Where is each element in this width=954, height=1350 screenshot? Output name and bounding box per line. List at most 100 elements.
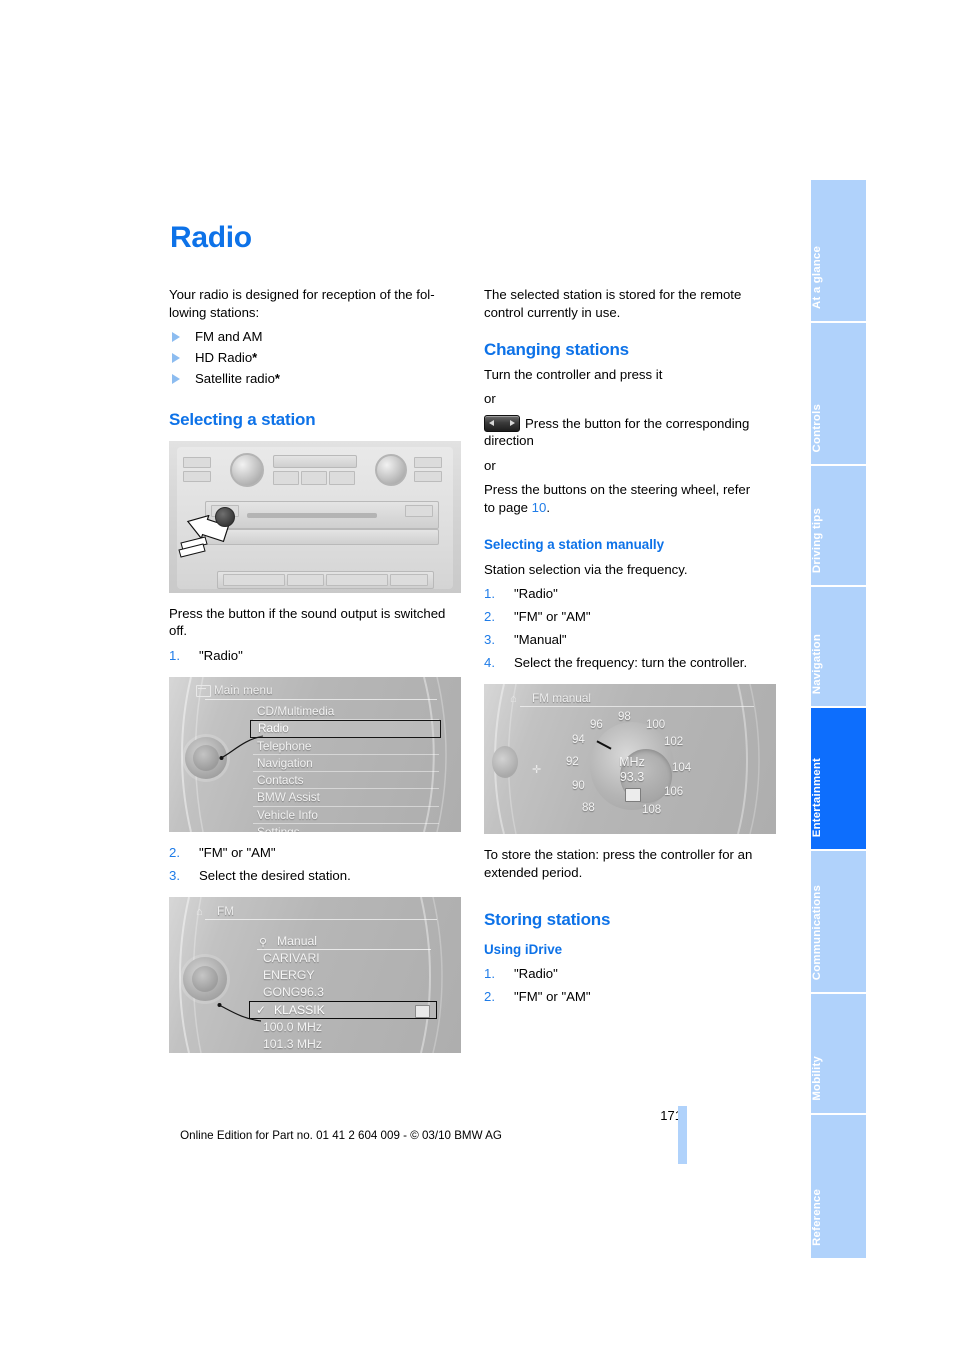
fm-station-gong963[interactable]: GONG96.3 <box>257 984 431 1001</box>
idrive-controller-inner <box>193 744 219 771</box>
menu-item-radio[interactable]: Radio <box>250 719 441 738</box>
caption-line-1: Press the button if the sound output is … <box>169 605 446 621</box>
subsection-heading-selecting-manually: Selecting a station manually <box>484 537 665 552</box>
dial-tick-94: 94 <box>572 734 585 746</box>
rocker-button-icon <box>484 414 520 432</box>
intro-paragraph: Your radio is designed for reception of … <box>169 286 461 321</box>
or-separator-1: or <box>484 391 496 406</box>
sidebar-tab-communications[interactable]: Communications <box>811 851 866 994</box>
steps-list-select-station: 1. "Radio" <box>169 647 461 665</box>
dash-button <box>273 470 299 485</box>
fm-manual-label: Manual <box>277 933 317 948</box>
menu-icon <box>196 684 211 697</box>
dial-tick-108: 108 <box>642 804 662 816</box>
dash-button <box>326 573 388 586</box>
fm-station-energy[interactable]: ENERGY <box>257 967 431 984</box>
preset-button-row <box>205 528 439 545</box>
crosshair-icon: ✛ <box>532 764 542 776</box>
step-text: "FM" or "AM" <box>199 844 276 860</box>
step-text: "Radio" <box>514 586 558 601</box>
checkmark-icon: ✓ <box>256 1002 267 1017</box>
sidebar-tab-controls[interactable]: Controls <box>811 323 866 466</box>
figure-fm-station-list: ⌂ FM ⚲ Manual CARIVARI ENERGY GONG96.3 ✓… <box>169 896 461 1053</box>
page-cross-reference-link[interactable]: 10 <box>532 500 547 515</box>
idrive-controller-graphic <box>183 956 227 1001</box>
section-heading-selecting-a-station: Selecting a station <box>169 410 316 429</box>
sidebar-tab-label: Communications <box>811 884 823 980</box>
section-heading-storing-stations: Storing stations <box>484 910 611 929</box>
fm-station-carivari[interactable]: CARIVARI <box>257 950 431 967</box>
idrive-screen: Main menu CD/Multimedia Radio Telephone … <box>169 676 461 832</box>
list-item: 4. Select the frequency: turn the contro… <box>484 654 776 672</box>
list-item: 1. "Radio" <box>484 585 776 603</box>
menu-item-navigation[interactable]: Navigation <box>253 755 439 773</box>
left-column: Your radio is designed for reception of … <box>169 286 461 1053</box>
dash-button <box>390 573 428 586</box>
sidebar-tab-label: Navigation <box>811 633 823 694</box>
dash-button <box>301 470 327 485</box>
step-number: 3. <box>484 632 495 647</box>
list-item: 3. Select the desired station. <box>169 867 461 885</box>
figure-fm-manual-tuner: ⌂ FM manual ✛ MHz 93.3 88 90 92 94 96 98… <box>484 684 776 834</box>
page-title: Radio <box>170 221 252 254</box>
list-item: FM and AM <box>169 328 461 346</box>
fm-station-label: KLASSIK <box>274 1002 325 1017</box>
caption-line-2: off. <box>169 623 188 638</box>
step-text: "Radio" <box>199 647 243 663</box>
step-number: 3. <box>169 867 180 883</box>
bullet-label: HD Radio <box>195 350 253 365</box>
sidebar-tab-label: Reference <box>811 1189 823 1246</box>
dial-tick-90: 90 <box>572 780 585 792</box>
list-item: 2. "FM" or "AM" <box>484 608 776 626</box>
step-text: "Manual" <box>514 632 567 647</box>
sidebar-tab-entertainment[interactable]: Entertainment <box>811 708 866 851</box>
idrive-controller-graphic <box>492 746 518 778</box>
menu-item-vehicle-info[interactable]: Vehicle Info <box>253 807 439 824</box>
dash-button <box>329 470 355 485</box>
intro-line-1: Your radio is designed for reception of … <box>169 287 435 302</box>
sidebar-tab-at-a-glance[interactable]: At a glance <box>811 180 866 323</box>
fm-station-list[interactable]: ⚲ Manual CARIVARI ENERGY GONG96.3 ✓ KLASSI… <box>249 933 437 1053</box>
divider <box>205 698 437 700</box>
idrive-menu-list[interactable]: CD/Multimedia Radio Telephone Navigation… <box>250 703 441 832</box>
footer-edition-note: Online Edition for Part no. 01 41 2 604 … <box>180 1129 502 1142</box>
hd-badge-icon <box>415 1004 430 1018</box>
sidebar-tab-mobility[interactable]: Mobility <box>811 994 866 1115</box>
section-heading-changing-stations: Changing stations <box>484 340 629 359</box>
rocker-text-line-1: Press the button for the corresponding <box>525 415 750 431</box>
menu-item-bmw-assist[interactable]: BMW Assist <box>253 789 439 807</box>
fm-station-1013mhz[interactable]: 101.3 MHz <box>257 1036 431 1052</box>
sidebar-tab-label: Entertainment <box>811 757 823 837</box>
dial-tick-88: 88 <box>582 802 595 814</box>
dashboard-panel <box>177 446 453 589</box>
menu-item-telephone[interactable]: Telephone <box>253 738 439 756</box>
footer-accent-bar <box>678 1106 687 1164</box>
figure-id-label: NM0701 13AM <box>458 487 462 526</box>
sidebar-tab-driving-tips[interactable]: Driving tips <box>811 466 866 587</box>
step-text: Select the frequency: turn the controlle… <box>514 655 748 670</box>
fm-station-1000mhz[interactable]: 100.0 MHz <box>257 1019 431 1036</box>
dash-button <box>414 456 442 468</box>
subsection-heading-using-idrive: Using iDrive <box>484 941 563 957</box>
right-intro-line-2: control currently in use. <box>484 304 621 320</box>
climate-knob-right-icon <box>375 453 407 486</box>
fm-station-klassik[interactable]: ✓ KLASSIK <box>249 1000 437 1020</box>
sidebar-tab-reference[interactable]: Reference <box>811 1115 866 1258</box>
cd-slot <box>247 512 377 518</box>
radio-band-icon: ⌂ <box>196 905 203 918</box>
wheel-text-line-1: Press the buttons on the steering wheel,… <box>484 482 751 497</box>
idrive-screen: ⌂ FM manual ✛ MHz 93.3 88 90 92 94 96 98… <box>484 684 776 834</box>
list-item: 3. "Manual" <box>484 631 776 649</box>
intro-line-2: lowing stations: <box>169 304 260 320</box>
fm-list-manual-entry[interactable]: ⚲ Manual <box>257 933 431 951</box>
sidebar-tab-navigation[interactable]: Navigation <box>811 587 866 708</box>
menu-item-settings[interactable]: Settings <box>253 824 439 832</box>
station-types-list: FM and AM HD Radio* Satellite radio* <box>169 328 461 388</box>
dash-button <box>405 504 433 517</box>
frequency-dial[interactable]: MHz 93.3 88 90 92 94 96 98 100 102 104 1… <box>566 711 691 824</box>
menu-item-cd-multimedia[interactable]: CD/Multimedia <box>253 703 439 720</box>
stored-station-paragraph: The selected station is stored for the r… <box>484 286 776 321</box>
bullet-label: Satellite radio <box>195 371 275 386</box>
menu-item-contacts[interactable]: Contacts <box>253 772 439 790</box>
right-intro-line-1: The selected station is stored for the r… <box>484 287 742 302</box>
